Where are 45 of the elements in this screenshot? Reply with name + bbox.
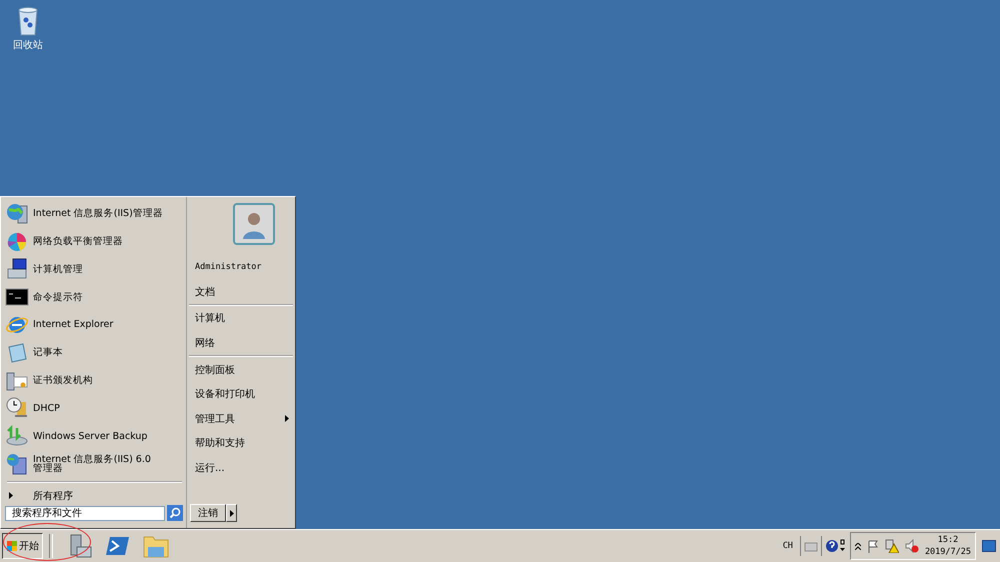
help-icon[interactable]: [824, 539, 839, 553]
speaker-muted-icon[interactable]: [904, 539, 919, 553]
program-item[interactable]: Internet 信息服务(IIS)管理器: [5, 200, 186, 228]
arrow-right-icon: [9, 492, 13, 500]
program-item[interactable]: Windows Server Backup: [5, 422, 186, 450]
backup-arrows-icon: [5, 424, 29, 448]
dropdown-arrow-icon[interactable]: [838, 539, 846, 553]
arrow-right-icon: [230, 510, 234, 516]
globe-server-icon: [5, 452, 29, 476]
program-item[interactable]: 命令提示符: [5, 283, 186, 312]
program-item[interactable]: Internet Explorer: [5, 311, 186, 339]
globe-server-icon: [5, 202, 29, 226]
all-programs-item[interactable]: 所有程序: [5, 482, 186, 503]
chevron-up-icon[interactable]: [854, 542, 861, 550]
search-icon: [167, 505, 183, 521]
network-warning-icon[interactable]: [884, 539, 899, 553]
windows-flag-icon: [6, 540, 18, 552]
submenu-arrow-icon: [285, 415, 289, 422]
recycle-bin-icon: [16, 6, 40, 36]
menu-item[interactable]: 控制面板: [195, 357, 295, 382]
menu-item[interactable]: 文档: [195, 280, 295, 304]
menu-item[interactable]: 管理工具: [195, 406, 295, 432]
menu-item[interactable]: 帮助和支持: [195, 431, 295, 456]
log-off-button[interactable]: 注销: [190, 504, 226, 522]
menu-item[interactable]: 计算机: [195, 306, 295, 331]
language-indicator[interactable]: CH: [782, 541, 793, 551]
program-item[interactable]: 网络负载平衡管理器: [5, 228, 186, 256]
program-item[interactable]: 计算机管理: [5, 256, 186, 284]
desktop-icon-label[interactable]: 回收站: [13, 38, 43, 52]
program-item[interactable]: Internet 信息服务(IIS) 6.0 管理器: [5, 450, 186, 478]
menu-item[interactable]: 网络: [195, 330, 295, 356]
flag-icon[interactable]: [866, 540, 879, 552]
clock[interactable]: 15:2 2019/7/25: [924, 534, 971, 558]
menu-item[interactable]: 设备和打印机: [195, 382, 295, 407]
menu-item[interactable]: 运行...: [195, 456, 295, 480]
user-avatar-icon: [233, 203, 275, 245]
program-item[interactable]: 证书颁发机构: [5, 366, 186, 395]
search-field[interactable]: 搜索程序和文件: [5, 506, 165, 520]
program-item[interactable]: DHCP: [5, 394, 186, 422]
program-item[interactable]: 记事本: [5, 338, 186, 367]
menu-item[interactable]: Administrator: [195, 255, 295, 280]
search-button[interactable]: [167, 505, 183, 521]
log-off-options-button[interactable]: [226, 504, 237, 522]
computer-icon: [5, 257, 29, 282]
start-button[interactable]: 开始: [2, 533, 43, 559]
